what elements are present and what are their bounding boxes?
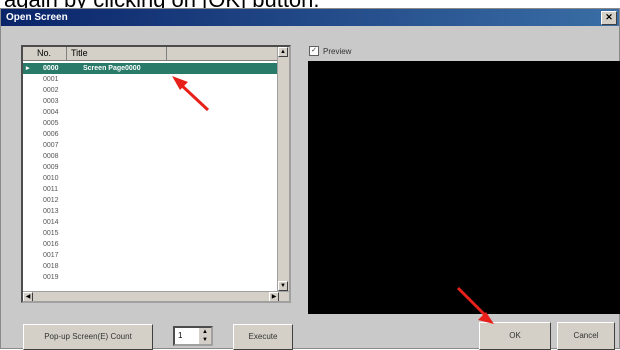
count-stepper[interactable]: 1 ▲ ▼ <box>173 326 213 346</box>
row-number: 0010 <box>43 175 59 182</box>
list-item[interactable]: 0005 <box>23 118 279 129</box>
row-title: Screen Page0000 <box>83 65 141 72</box>
row-number: 0002 <box>43 87 59 94</box>
row-number: 0019 <box>43 274 59 281</box>
row-number: 0015 <box>43 230 59 237</box>
stepper-value: 1 <box>178 331 183 340</box>
row-number: 0005 <box>43 120 59 127</box>
list-item[interactable]: 0012 <box>23 195 279 206</box>
row-number: 0001 <box>43 76 59 83</box>
row-number: 0006 <box>43 131 59 138</box>
row-number: 0007 <box>43 142 59 149</box>
list-item[interactable]: 0004 <box>23 107 279 118</box>
list-item[interactable]: 0003 <box>23 96 279 107</box>
cancel-button[interactable]: Cancel <box>557 322 615 350</box>
row-pointer-icon: ▸ <box>26 65 30 72</box>
list-item[interactable]: 0013 <box>23 206 279 217</box>
scroll-left-icon[interactable]: ◀ <box>23 292 33 301</box>
scroll-up-icon[interactable]: ▲ <box>278 47 288 57</box>
stepper-arrows-icon[interactable]: ▲ ▼ <box>199 328 211 344</box>
dialog-title-bar: Open Screen ✕ <box>1 9 619 26</box>
dialog-title: Open Screen <box>6 12 68 23</box>
list-item[interactable]: 0001 <box>23 74 279 85</box>
list-item[interactable]: 0015 <box>23 228 279 239</box>
row-number: 0003 <box>43 98 59 105</box>
execute-button[interactable]: Execute <box>233 324 293 350</box>
list-item[interactable]: 0014 <box>23 217 279 228</box>
list-rows: ▸ 0000 Screen Page0000 0001 0002 0003 0004 0005… <box>23 63 279 283</box>
row-number: 0004 <box>43 109 59 116</box>
preview-label: Preview <box>323 46 352 56</box>
row-number: 0017 <box>43 252 59 259</box>
preview-pane <box>308 61 620 314</box>
list-item[interactable]: 0017 <box>23 250 279 261</box>
horizontal-scrollbar[interactable]: ◀ ▶ <box>23 291 289 301</box>
row-number: 0008 <box>43 153 59 160</box>
vertical-scrollbar[interactable]: ▲ ▼ <box>277 47 289 301</box>
list-item[interactable]: ▸ 0000 Screen Page0000 <box>23 63 279 74</box>
row-number: 0014 <box>43 219 59 226</box>
checkbox-icon[interactable]: ✓ <box>309 46 319 56</box>
row-number: 0009 <box>43 164 59 171</box>
list-item[interactable]: 0008 <box>23 151 279 162</box>
list-item[interactable]: 0018 <box>23 261 279 272</box>
row-number: 0011 <box>43 186 59 193</box>
column-header-title[interactable]: Title <box>67 47 167 60</box>
open-screen-dialog: Open Screen ✕ No. Title ▸ 0000 Screen Page… <box>0 8 620 350</box>
popup-screen-count-button[interactable]: Pop-up Screen(E) Count <box>23 324 153 350</box>
list-item[interactable]: 0009 <box>23 162 279 173</box>
list-item[interactable]: 0016 <box>23 239 279 250</box>
list-item[interactable]: 0007 <box>23 140 279 151</box>
list-item[interactable]: 0010 <box>23 173 279 184</box>
ok-button[interactable]: OK <box>479 322 551 350</box>
list-item[interactable]: 0019 <box>23 272 279 283</box>
list-header: No. Title <box>23 47 289 61</box>
row-number: 0000 <box>43 65 59 72</box>
screen-list[interactable]: No. Title ▸ 0000 Screen Page0000 0001 0002 00… <box>21 45 291 303</box>
row-number: 0018 <box>43 263 59 270</box>
column-header-no[interactable]: No. <box>33 47 67 60</box>
close-icon[interactable]: ✕ <box>601 11 617 25</box>
row-number: 0016 <box>43 241 59 248</box>
list-item[interactable]: 0006 <box>23 129 279 140</box>
preview-checkbox[interactable]: ✓ Preview <box>309 46 351 56</box>
row-number: 0012 <box>43 197 59 204</box>
list-item[interactable]: 0002 <box>23 85 279 96</box>
scroll-right-icon[interactable]: ▶ <box>269 292 279 301</box>
scroll-down-icon[interactable]: ▼ <box>278 281 288 291</box>
list-item[interactable]: 0011 <box>23 184 279 195</box>
row-number: 0013 <box>43 208 59 215</box>
